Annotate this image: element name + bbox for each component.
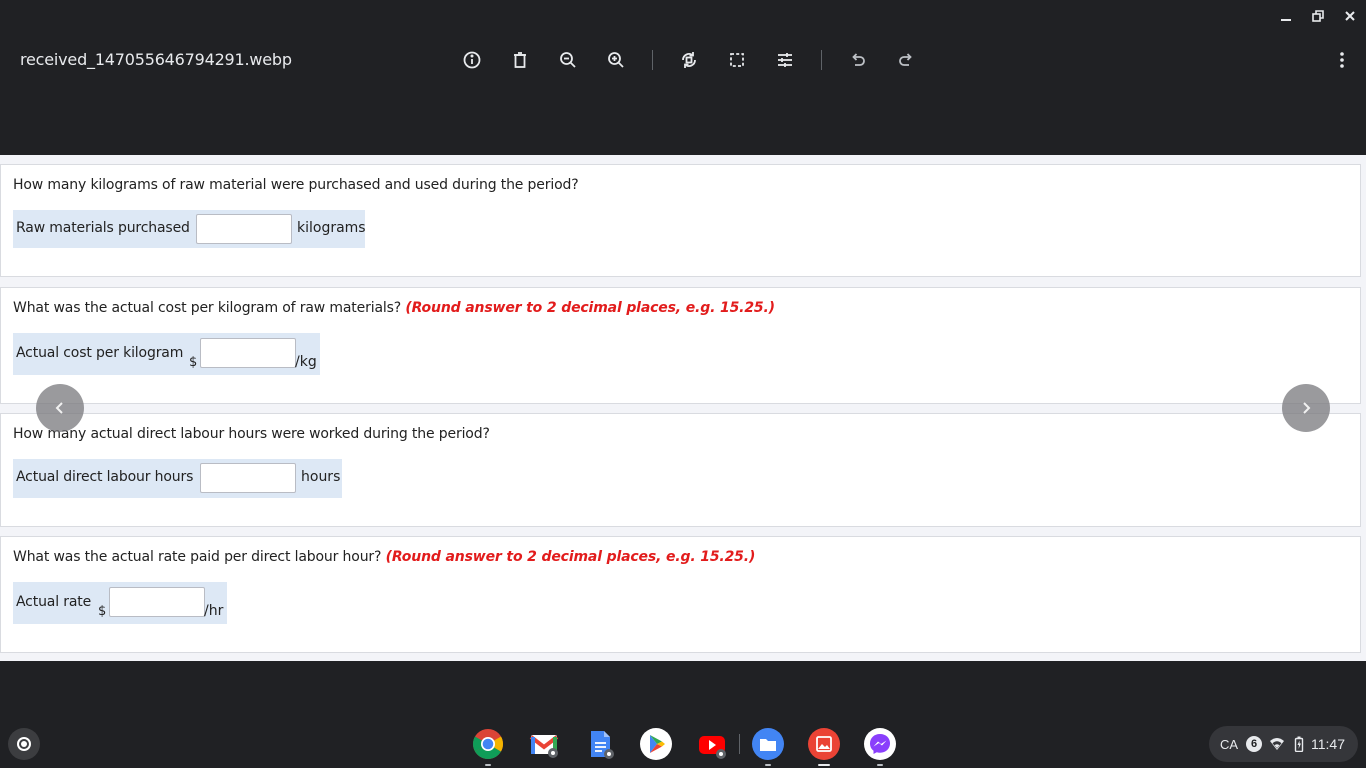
question-panel: How many kilograms of raw material were … xyxy=(0,164,1361,277)
zoom-in-icon xyxy=(608,52,624,68)
play-store-icon xyxy=(640,728,672,760)
file-name: received_147055646794291.webp xyxy=(20,50,292,69)
question-text: How many actual direct labour hours were… xyxy=(13,426,490,442)
chevron-right-icon xyxy=(1303,402,1311,414)
rotate-icon xyxy=(682,52,696,68)
chevron-left-icon xyxy=(55,402,63,414)
gallery-icon xyxy=(808,728,840,760)
question-text: How many kilograms of raw material were … xyxy=(13,177,579,193)
adjust-button[interactable] xyxy=(769,44,801,76)
gallery-app[interactable] xyxy=(807,727,841,766)
play-store-app[interactable] xyxy=(639,727,673,761)
undo-button[interactable] xyxy=(842,44,874,76)
messenger-app[interactable] xyxy=(863,727,897,766)
raw-materials-input[interactable] xyxy=(196,214,292,244)
question-prompt: What was the actual cost per kilogram of… xyxy=(13,300,402,316)
close-button[interactable] xyxy=(1334,0,1366,32)
answer-unit: kilograms xyxy=(297,220,366,236)
answer-label: Actual direct labour hours xyxy=(16,469,194,485)
gmail-app[interactable] xyxy=(527,727,561,761)
chrome-app[interactable] xyxy=(471,727,505,766)
toolbar-divider xyxy=(821,50,822,70)
shelf: CA 6 11:47 xyxy=(0,720,1366,768)
more-options-button[interactable] xyxy=(1330,44,1354,76)
redo-button[interactable] xyxy=(890,44,922,76)
status-tray[interactable]: CA 6 11:47 xyxy=(1209,726,1358,762)
messenger-icon xyxy=(864,728,896,760)
question-prompt: What was the actual rate paid per direct… xyxy=(13,549,382,565)
answer-label: Actual rate xyxy=(16,594,92,610)
minimize-icon xyxy=(1281,19,1291,21)
info-button[interactable] xyxy=(456,44,488,76)
viewer-header: received_147055646794291.webp xyxy=(0,0,1366,155)
rounding-note: (Round answer to 2 decimal places, e.g. … xyxy=(405,300,775,316)
launcher-icon xyxy=(17,737,31,751)
previous-image-button[interactable] xyxy=(36,384,84,432)
files-app[interactable] xyxy=(751,727,785,766)
answer-label: Raw materials purchased xyxy=(16,220,190,236)
currency-symbol: $ xyxy=(189,355,198,370)
keyboard-layout: CA xyxy=(1220,737,1239,752)
question-panel: What was the actual rate paid per direct… xyxy=(0,536,1361,653)
answer-row: Actual cost per kilogram $ /kg xyxy=(13,333,320,375)
delete-button[interactable] xyxy=(504,44,536,76)
youtube-icon xyxy=(699,736,726,759)
next-image-button[interactable] xyxy=(1282,384,1330,432)
window-controls xyxy=(1270,0,1366,32)
answer-unit: hours xyxy=(301,469,341,485)
docs-icon xyxy=(591,731,614,759)
restore-button[interactable] xyxy=(1302,0,1334,32)
currency-symbol: $ xyxy=(98,604,107,619)
youtube-app[interactable] xyxy=(695,727,729,761)
answer-row: Raw materials purchased kilograms xyxy=(13,210,366,248)
minimize-button[interactable] xyxy=(1270,0,1302,32)
question-panel: What was the actual cost per kilogram of… xyxy=(0,287,1361,404)
info-icon xyxy=(463,51,481,69)
more-icon xyxy=(1340,52,1344,68)
battery-icon xyxy=(1294,736,1304,752)
crop-button[interactable] xyxy=(721,44,753,76)
answer-label: Actual cost per kilogram xyxy=(16,345,184,361)
restore-icon xyxy=(1312,10,1324,22)
question-text: What was the actual cost per kilogram of… xyxy=(13,300,775,316)
wifi-icon xyxy=(1270,738,1284,750)
question-text: What was the actual rate paid per direct… xyxy=(13,549,755,565)
zoom-out-icon xyxy=(560,52,576,68)
answer-unit: /hr xyxy=(204,603,224,619)
zoom-out-button[interactable] xyxy=(552,44,584,76)
answer-unit: /kg xyxy=(295,354,317,370)
chrome-icon xyxy=(472,729,504,760)
crop-icon xyxy=(730,53,744,67)
clock: 11:47 xyxy=(1311,736,1345,752)
undo-icon xyxy=(852,53,865,66)
zoom-in-button[interactable] xyxy=(600,44,632,76)
docs-app[interactable] xyxy=(583,727,617,761)
close-icon xyxy=(1345,11,1355,21)
delete-icon xyxy=(514,52,526,68)
adjust-icon xyxy=(778,53,792,67)
image-canvas: How many kilograms of raw material were … xyxy=(0,155,1366,661)
question-prompt: How many kilograms of raw material were … xyxy=(13,177,579,193)
gmail-icon xyxy=(529,735,559,758)
labour-hours-input[interactable] xyxy=(200,463,296,493)
question-prompt: How many actual direct labour hours were… xyxy=(13,426,490,442)
answer-row: Actual direct labour hours hours xyxy=(13,459,342,498)
cost-per-kg-input[interactable] xyxy=(200,338,296,368)
shelf-divider xyxy=(739,734,740,754)
notification-badge: 6 xyxy=(1246,736,1262,752)
answer-row: Actual rate $ /hr xyxy=(13,582,227,624)
toolbar-divider xyxy=(652,50,653,70)
question-panel: How many actual direct labour hours were… xyxy=(0,413,1361,527)
files-icon xyxy=(752,728,784,760)
actual-rate-input[interactable] xyxy=(109,587,205,617)
rounding-note: (Round answer to 2 decimal places, e.g. … xyxy=(385,549,756,565)
rotate-button[interactable] xyxy=(673,44,705,76)
redo-icon xyxy=(899,53,912,66)
launcher-button[interactable] xyxy=(8,728,40,760)
